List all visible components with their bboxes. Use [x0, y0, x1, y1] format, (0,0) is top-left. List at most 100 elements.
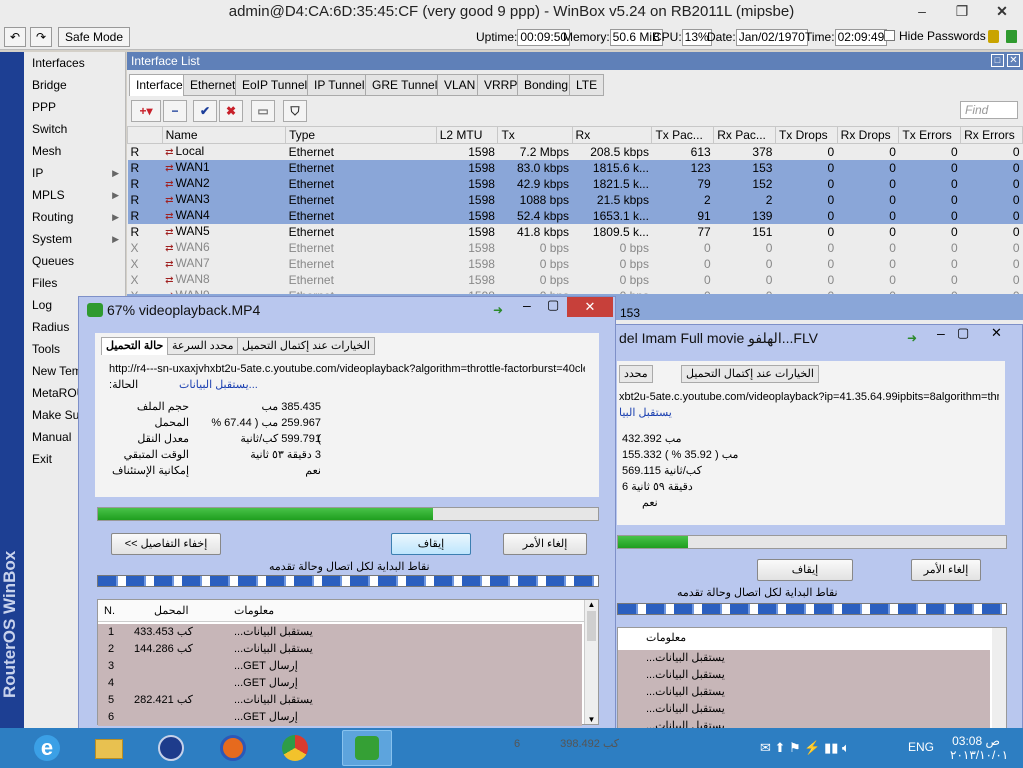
table-row[interactable]: R ⇄ WAN4 Ethernet 1598 52.4 kbps 1653.1 k... 91…	[127, 208, 1023, 224]
cell-text: 21.5 kbps	[596, 193, 649, 207]
close-button[interactable]: ✕	[567, 297, 613, 317]
winbox-taskbar-icon[interactable]	[146, 730, 196, 766]
menu-item-routing[interactable]: Routing ▶	[24, 206, 125, 228]
menu-item-switch[interactable]: Switch	[24, 118, 125, 140]
remove-button[interactable]: −	[163, 100, 187, 122]
column-header[interactable]: Tx Pac...	[651, 126, 715, 144]
minimize-button[interactable]: –	[523, 297, 531, 313]
menu-item-files[interactable]: Files	[24, 272, 125, 294]
table-row[interactable]: R ⇄ WAN3 Ethernet 1598 1088 bps 21.5 kbps 2 2 0 0 0…	[127, 192, 1023, 208]
tab-eoip-tunnel[interactable]: EoIP Tunnel	[235, 74, 315, 96]
hide-details-button[interactable]: << إخفاء التفاصيل	[111, 533, 221, 555]
list-item[interactable]: 3 إرسال GET...	[98, 658, 582, 675]
column-header[interactable]: Rx Pac...	[713, 126, 776, 144]
list-item[interactable]: يستقبل البيانات...	[618, 667, 990, 684]
ie-icon[interactable]: e	[22, 730, 72, 766]
menu-item-mpls[interactable]: MPLS ▶	[24, 184, 125, 206]
column-header[interactable]: Tx	[497, 126, 573, 144]
chrome-icon[interactable]	[270, 730, 320, 766]
cancel-button[interactable]: إلغاء الأمر	[911, 559, 981, 581]
list-item[interactable]: 4 إرسال GET...	[98, 675, 582, 692]
column-header[interactable]: Rx Errors	[960, 126, 1023, 144]
tab-interface[interactable]: Interface	[129, 74, 190, 96]
maximize-icon[interactable]: □	[991, 54, 1004, 67]
maximize-button[interactable]: ▢	[957, 325, 969, 341]
cell-text: 0 bps	[619, 257, 649, 271]
menu-item-mesh[interactable]: Mesh	[24, 140, 125, 162]
tab-limiter[interactable]: محدد	[619, 365, 653, 383]
tab-download-status[interactable]: حالة التحميل	[101, 337, 169, 355]
column-header[interactable]: L2 MTU	[435, 126, 499, 144]
tab-options-on-completion[interactable]: الخيارات عند إكتمال التحميل	[237, 337, 375, 355]
pause-button[interactable]: إيقاف	[391, 533, 471, 555]
tab-lte[interactable]: LTE	[569, 74, 605, 96]
safe-mode-button[interactable]: Safe Mode	[58, 27, 130, 47]
disable-button[interactable]: ✖	[219, 100, 243, 122]
scrollbar[interactable]	[992, 628, 1006, 732]
maximize-button[interactable]: ▢	[547, 297, 559, 313]
minimize-button[interactable]: –	[908, 0, 936, 22]
column-header[interactable]: Type	[285, 126, 437, 144]
cancel-button[interactable]: إلغاء الأمر	[503, 533, 587, 555]
table-row[interactable]: R ⇄ WAN1 Ethernet 1598 83.0 kbps 1815.6 k... 12…	[127, 160, 1023, 176]
find-input[interactable]: Find	[960, 101, 1018, 119]
table-row[interactable]: X ⇄ WAN7 Ethernet 1598 0 bps 0 bps 0 0 0 0 0 0	[128, 256, 1023, 272]
menu-item-ip[interactable]: IP ▶	[24, 162, 125, 184]
cell-txe: 0	[898, 208, 961, 224]
list-item[interactable]: يستقبل البيانات...	[618, 701, 990, 718]
column-header[interactable]: Name	[161, 126, 287, 144]
table-row[interactable]: X ⇄ WAN8 Ethernet 1598 0 bps 0 bps 0 0 0 0 0 0	[128, 272, 1023, 288]
list-item[interactable]: 6 إرسال GET...	[98, 709, 582, 726]
menu-item-bridge[interactable]: Bridge	[24, 74, 125, 96]
tab-ethernet[interactable]: Ethernet	[183, 74, 243, 96]
hide-passwords-checkbox[interactable]: Hide Passwords	[884, 29, 986, 43]
add-button[interactable]: +▾	[131, 100, 161, 122]
comment-button[interactable]: ▭	[251, 100, 275, 122]
menu-item-interfaces[interactable]: Interfaces	[24, 52, 125, 74]
column-header[interactable]	[127, 126, 163, 144]
list-item[interactable]: يستقبل البيانات...	[618, 684, 990, 701]
restore-button[interactable]: ❐	[948, 0, 976, 22]
menu-item-queues[interactable]: Queues	[24, 250, 125, 272]
menu-item-system[interactable]: System ▶	[24, 228, 125, 250]
column-header[interactable]: Tx Drops	[774, 126, 838, 144]
pause-button[interactable]: إيقاف	[757, 559, 853, 581]
list-item[interactable]: يستقبل البيانات...	[618, 650, 990, 667]
close-icon[interactable]: ✕	[1007, 54, 1020, 67]
table-row[interactable]: R ⇄ WAN2 Ethernet 1598 42.9 kbps 1821.5 k... 79…	[127, 176, 1023, 192]
table-row[interactable]: R ⇄ WAN5 Ethernet 1598 41.8 kbps 1809.5 k... 77…	[128, 224, 1023, 240]
tab-bonding[interactable]: Bonding	[517, 74, 576, 96]
close-button[interactable]: ✕	[988, 0, 1016, 22]
tab-options[interactable]: الخيارات عند إكتمال التحميل	[681, 365, 819, 383]
menu-item-ppp[interactable]: PPP	[24, 96, 125, 118]
list-item[interactable]: 1 433.453 كب يستقبل البيانات...	[98, 624, 582, 641]
undo-button[interactable]: ↶	[4, 27, 26, 47]
tray-icons[interactable]: ✉ ⬆ ⚑ ⚡ ▮▮ 🔈︎	[760, 740, 850, 756]
tab-speed-limiter[interactable]: محدد السرعة	[167, 337, 239, 355]
redo-button[interactable]: ↷	[30, 27, 52, 47]
clock[interactable]: 03:08 ص ٢٠١٣/١٠/٠١	[950, 734, 1008, 762]
column-header[interactable]: Tx Errors	[898, 126, 962, 144]
enable-button[interactable]: ✔	[193, 100, 217, 122]
cell-txd: 0	[775, 272, 837, 288]
column-header[interactable]: Rx	[571, 126, 653, 144]
explorer-icon[interactable]	[84, 730, 134, 766]
cell-text: R	[130, 161, 140, 175]
scrollbar[interactable]: ▲ ▼	[584, 600, 598, 724]
tab-ip-tunnel[interactable]: IP Tunnel	[307, 74, 372, 96]
minimize-button[interactable]: –	[937, 325, 945, 341]
table-row[interactable]: R ⇄ Local Ethernet 1598 7.2 Mbps 208.5 kbps 613…	[128, 144, 1023, 161]
download1-progress	[97, 507, 599, 521]
menu-item-label: Bridge	[32, 78, 67, 92]
column-header[interactable]: Rx Drops	[836, 126, 900, 144]
close-button[interactable]: ✕	[991, 325, 1002, 341]
filter-icon[interactable]: ⛉	[283, 100, 307, 122]
firefox-icon[interactable]	[208, 730, 258, 766]
tab-gre-tunnel[interactable]: GRE Tunnel	[365, 74, 445, 96]
list-item[interactable]: 2 144.286 كب يستقبل البيانات...	[98, 641, 582, 658]
language-indicator[interactable]: ENG	[908, 740, 934, 754]
table-row[interactable]: X ⇄ WAN6 Ethernet 1598 0 bps 0 bps 0 0 0 0 0 0	[128, 240, 1023, 256]
list-item[interactable]: 5 282.421 كب يستقبل البيانات...	[98, 692, 582, 709]
tab-vlan[interactable]: VLAN	[437, 74, 483, 96]
idm-taskbar-icon[interactable]	[342, 730, 392, 766]
